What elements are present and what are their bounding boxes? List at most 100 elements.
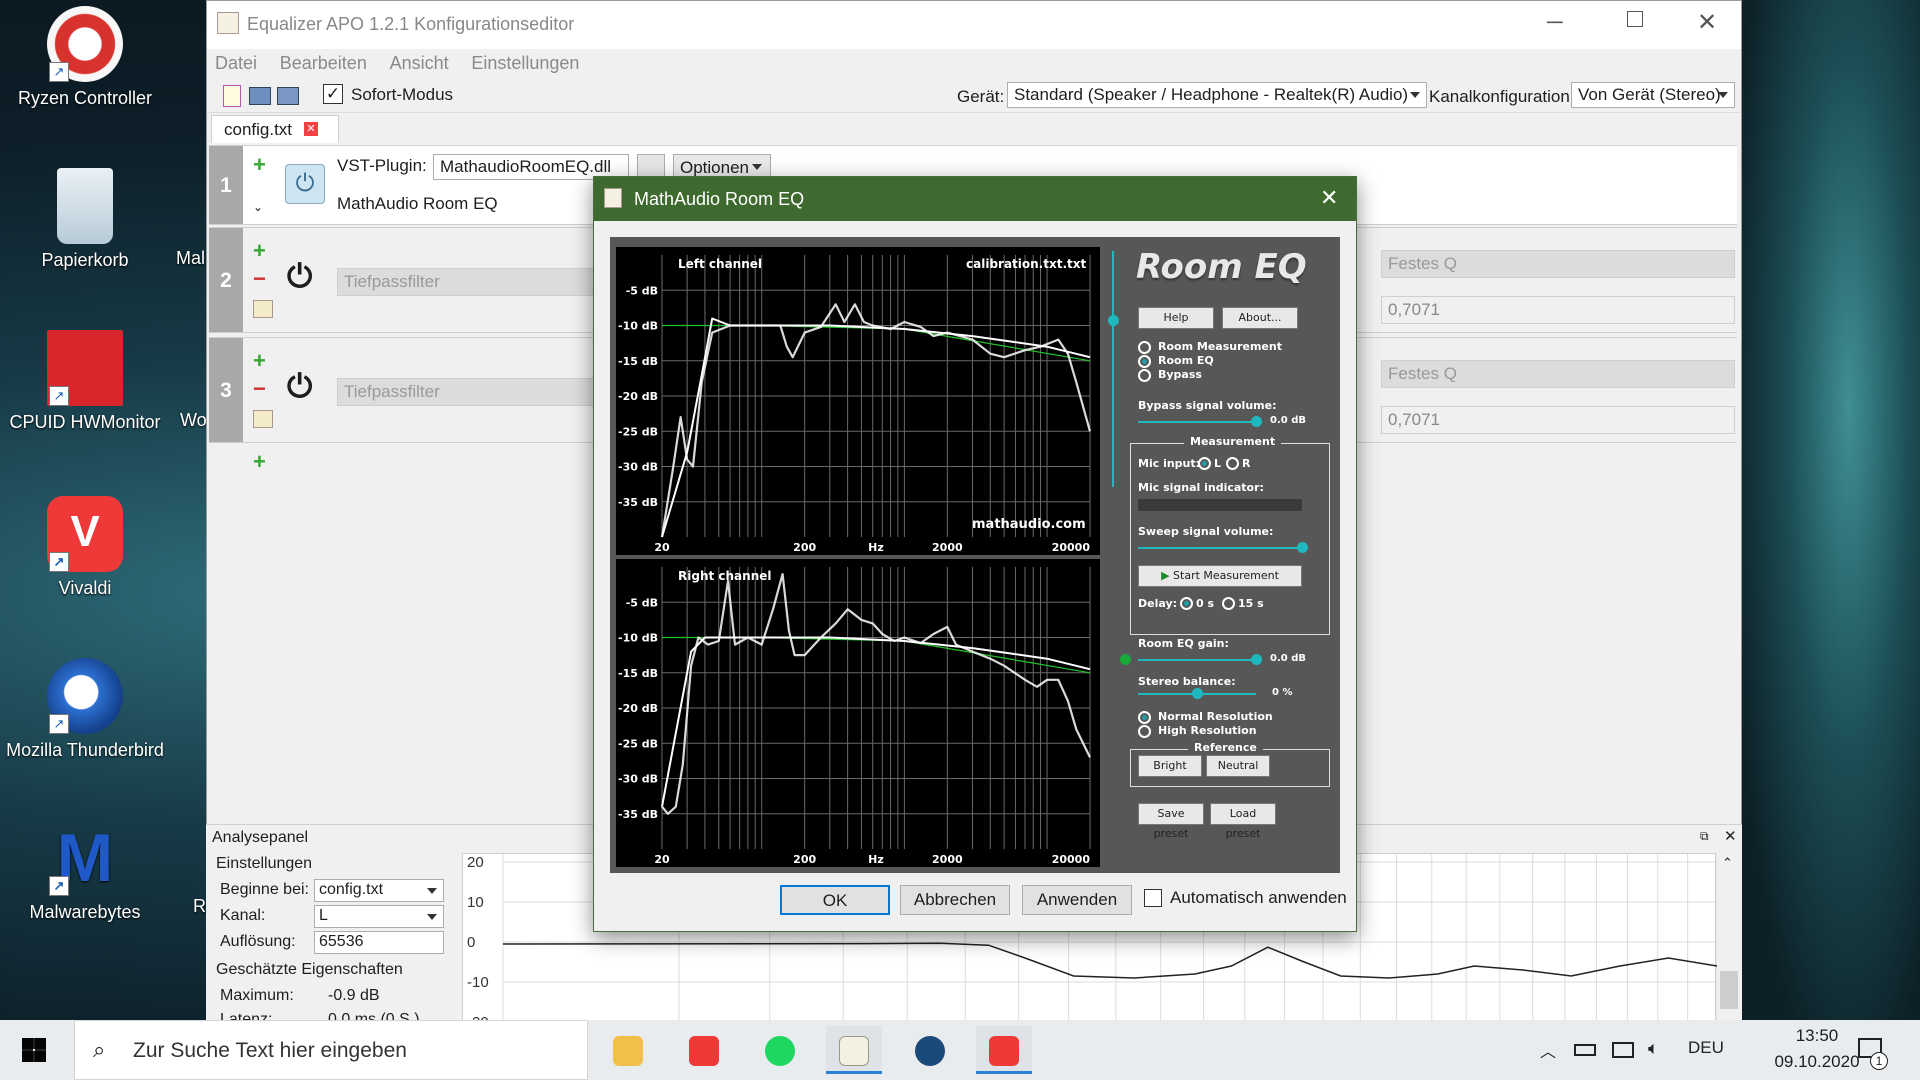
start-select[interactable]: config.txt [314, 879, 444, 902]
channel-select[interactable]: L [314, 905, 444, 928]
add-filter-icon[interactable]: + [253, 154, 266, 176]
desktop-icon-cpuid-hwmonitor[interactable]: ↗ CPUID HWMonitor [0, 330, 170, 433]
analysis-scrollbar[interactable]: ⌃ [1718, 853, 1740, 1023]
vertical-slider-track[interactable] [1112, 251, 1114, 487]
vertical-slider-knob[interactable] [1108, 315, 1119, 326]
start-measurement-button[interactable]: ▶ Start Measurement [1138, 565, 1302, 587]
taskbar-equalizer-editor[interactable] [826, 1026, 882, 1074]
q-value-spinbox[interactable]: 0,7071 [1381, 296, 1735, 324]
desktop-icon-papierkorb[interactable]: Papierkorb [0, 168, 170, 271]
menu-bearbeiten[interactable]: Bearbeiten [280, 53, 367, 73]
eq-gain-knob[interactable] [1251, 654, 1262, 665]
menu-datei[interactable]: Datei [215, 53, 257, 73]
tab-close-icon[interactable]: ✕ [304, 122, 318, 136]
minimize-icon[interactable]: ─ [1547, 9, 1563, 35]
volume-icon[interactable]: 🔈︎ [1648, 1038, 1659, 1059]
scrollbar-thumb[interactable] [1720, 971, 1738, 1009]
close-icon[interactable]: ✕ [1320, 185, 1338, 211]
q-mode-select[interactable]: Festes Q [1381, 250, 1735, 278]
neutral-button[interactable]: Neutral [1206, 755, 1270, 777]
mode-radio[interactable] [1138, 369, 1151, 382]
load-preset-button[interactable]: Load preset [1210, 803, 1276, 840]
expand-icon[interactable]: ⌄ [253, 200, 263, 214]
apply-button[interactable]: Anwenden [1022, 885, 1132, 915]
about-button[interactable]: About... [1222, 307, 1298, 329]
taskbar-spotify[interactable] [752, 1026, 808, 1074]
save-preset-button[interactable]: Save preset [1138, 803, 1204, 840]
taskbar-file-explorer[interactable] [600, 1026, 656, 1074]
windows-start-icon[interactable] [22, 1038, 46, 1062]
desktop-icon-vivaldi[interactable]: V ↗ Vivaldi [0, 496, 170, 599]
q-mode-select[interactable]: Festes Q [1381, 360, 1735, 388]
filter-type-field[interactable]: Tiefpassfilter [337, 268, 637, 296]
taskbar-vivaldi[interactable] [676, 1026, 732, 1074]
clock-time[interactable]: 13:50 [1762, 1026, 1872, 1046]
filter-type-field[interactable]: Tiefpassfilter [337, 378, 637, 406]
network-icon[interactable] [1612, 1042, 1634, 1058]
dialog-title-bar[interactable]: MathAudio Room EQ ✕ [594, 177, 1356, 221]
ok-button[interactable]: OK [780, 885, 890, 915]
watermark: mathaudio.com [972, 517, 1086, 532]
chevron-down-icon [427, 888, 437, 894]
maximize-icon[interactable] [1627, 11, 1643, 27]
new-file-icon[interactable] [223, 85, 241, 107]
mic-left-radio[interactable] [1198, 457, 1211, 470]
eq-gain-indicator [1120, 654, 1131, 665]
bypass-volume-knob[interactable] [1251, 416, 1262, 427]
mode-radio[interactable] [1138, 341, 1151, 354]
close-icon[interactable]: ✕ [1697, 8, 1717, 37]
search-box[interactable]: ⌕ Zur Suche Text hier eingeben [74, 1020, 588, 1080]
sweep-volume-slider[interactable] [1138, 547, 1302, 549]
q-value-spinbox[interactable]: 0,7071 [1381, 406, 1735, 434]
remove-filter-icon[interactable]: − [253, 268, 266, 290]
help-button[interactable]: Help [1138, 307, 1214, 329]
geraet-select[interactable]: Standard (Speaker / Headphone - Realtek(… [1007, 82, 1427, 108]
maximum-value: -0.9 dB [328, 987, 380, 1004]
delay-15s-radio[interactable] [1222, 597, 1235, 610]
desktop-icon-ryzen-controller[interactable]: ↗ Ryzen Controller [0, 6, 170, 109]
language-indicator[interactable]: DEU [1688, 1038, 1724, 1058]
power-icon[interactable]: ⏻ [287, 368, 312, 406]
resolution-spinbox[interactable]: 65536 [314, 931, 444, 954]
edit-notepad-icon[interactable] [253, 300, 273, 318]
mode-radio[interactable] [1138, 355, 1151, 368]
delay-0s-radio[interactable] [1180, 597, 1193, 610]
menu-einstellungen[interactable]: Einstellungen [471, 53, 579, 73]
save-icon[interactable] [277, 87, 299, 105]
add-filter-icon[interactable]: + [253, 451, 266, 473]
taskbar-vivaldi-2[interactable] [976, 1026, 1032, 1074]
open-folder-icon[interactable] [249, 87, 271, 105]
battery-icon[interactable] [1574, 1044, 1596, 1056]
resolution-radio[interactable] [1138, 711, 1151, 724]
sofort-modus-checkbox[interactable]: ✓ [323, 84, 343, 104]
auto-apply-checkbox[interactable] [1144, 889, 1162, 907]
clock-date[interactable]: 09.10.2020 [1762, 1052, 1872, 1072]
taskbar-teamspeak[interactable] [902, 1026, 958, 1074]
bypass-volume-slider[interactable] [1138, 421, 1256, 423]
scroll-up-icon[interactable]: ⌃ [1722, 855, 1733, 871]
tab-config-txt[interactable]: config.txt ✕ [211, 115, 339, 143]
control-panel: Room EQ Help About... Room Measurement Ro… [1120, 247, 1334, 867]
resolution-radio[interactable] [1138, 725, 1151, 738]
eq-gain-slider[interactable] [1138, 659, 1256, 661]
menu-ansicht[interactable]: Ansicht [390, 53, 449, 73]
title-bar[interactable]: Equalizer APO 1.2.1 Konfigurationseditor… [207, 1, 1741, 49]
sweep-volume-knob[interactable] [1297, 542, 1308, 553]
cancel-button[interactable]: Abbrechen [900, 885, 1010, 915]
desktop-icon-malwarebytes[interactable]: M ↗ Malwarebytes [0, 820, 170, 923]
stereo-balance-knob[interactable] [1192, 688, 1203, 699]
power-icon[interactable]: ⏻ [287, 258, 312, 296]
desktop-icon-thunderbird[interactable]: ↗ Mozilla Thunderbird [0, 658, 170, 761]
undock-icon[interactable]: ⧉ [1700, 829, 1709, 844]
kanal-select[interactable]: Von Gerät (Stereo) [1571, 82, 1735, 108]
mic-right-radio[interactable] [1226, 457, 1239, 470]
add-filter-icon[interactable]: + [253, 350, 266, 372]
add-filter-icon[interactable]: + [253, 240, 266, 262]
mode-label: Room EQ [1158, 354, 1214, 367]
bright-button[interactable]: Bright [1138, 755, 1202, 777]
edit-notepad-icon[interactable] [253, 410, 273, 428]
remove-filter-icon[interactable]: − [253, 378, 266, 400]
close-panel-icon[interactable]: ✕ [1724, 827, 1737, 845]
power-icon[interactable]: ⏻ [285, 164, 325, 204]
chevron-up-icon[interactable]: ︿ [1540, 1038, 1556, 1062]
